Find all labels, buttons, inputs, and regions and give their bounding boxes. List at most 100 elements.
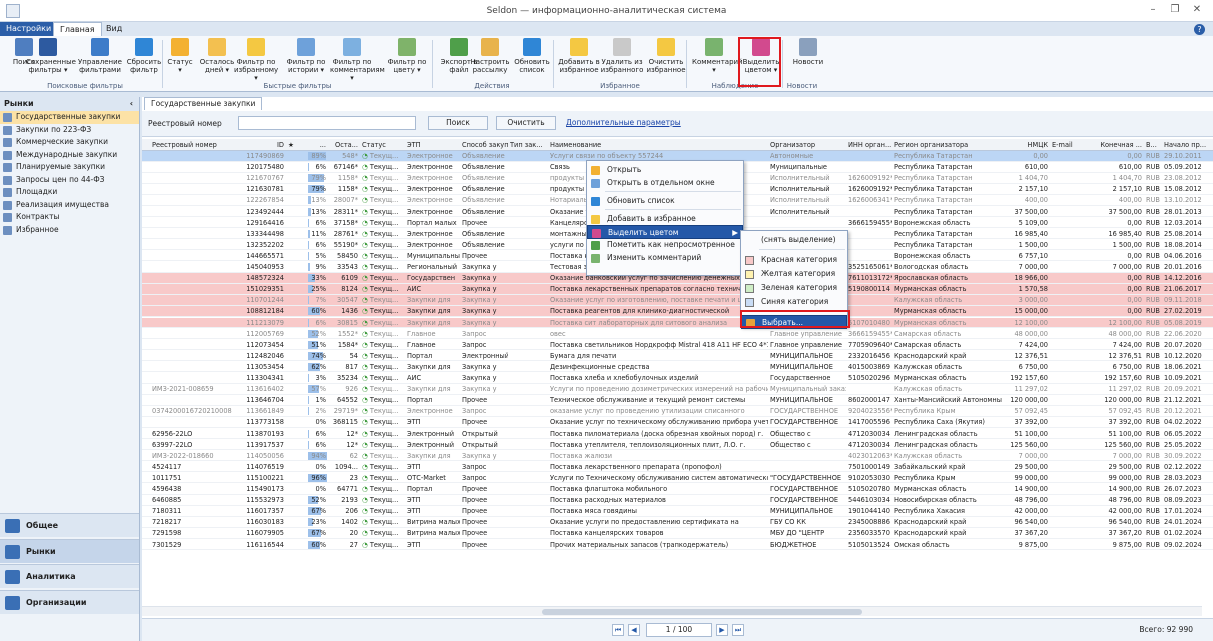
context-menu-item-8[interactable]: Изменить комментарий bbox=[587, 251, 743, 265]
submenu-item-4[interactable]: Зеленая категория bbox=[741, 281, 847, 295]
table-row[interactable]: 1011751 115100221 96% 23 ◔ Текущ... ОТС-Marke… bbox=[142, 473, 1213, 484]
ribbon-button-15[interactable]: Очистить избранное bbox=[644, 38, 688, 82]
column-header-fav[interactable]: ★ bbox=[286, 139, 308, 151]
sidebar-item-7[interactable]: Реализация имущества bbox=[0, 199, 139, 212]
ribbon-button-6[interactable]: Фильтр по избранному ▾ bbox=[234, 38, 278, 82]
scroll-thumb[interactable] bbox=[542, 609, 862, 615]
column-header-org[interactable]: Организатор bbox=[768, 139, 846, 151]
collapse-icon[interactable]: ‹ bbox=[130, 97, 133, 111]
nav-2[interactable]: Аналитика bbox=[0, 564, 139, 588]
table-row[interactable]: 4596438 115490173 0% 64771 ◔ Текущ... Портал П… bbox=[142, 484, 1213, 495]
help-icon[interactable]: ? bbox=[1194, 24, 1205, 35]
sidebar-item-6[interactable]: Площадки bbox=[0, 186, 139, 199]
ribbon-button-4[interactable]: Статус ▾ bbox=[167, 38, 193, 82]
ribbon-button-5[interactable]: Осталось дней ▾ bbox=[195, 38, 239, 82]
table-row[interactable]: ИМЗ-2022-018660 114050056 94% 62 ◔ Текущ... З… bbox=[142, 451, 1213, 462]
table-row[interactable]: 0374200016720210008 113661849 2% 29719* ◔ Те… bbox=[142, 406, 1213, 417]
table-row[interactable]: 112005769 52% 1552* ◔ Текущ... Главное Запрос… bbox=[142, 329, 1213, 340]
table-row[interactable]: ИМЗ-2021-008659 113616402 57% 926 ◔ Текущ...… bbox=[142, 384, 1213, 395]
advanced-params-link[interactable]: Дополнительные параметры bbox=[566, 118, 681, 127]
column-header-type[interactable]: Тип зак... bbox=[508, 139, 548, 151]
sidebar-item-8[interactable]: Контракты bbox=[0, 211, 139, 224]
table-row[interactable]: 7218217 116030183 23% 1402 ◔ Текущ... Витрина… bbox=[142, 517, 1213, 528]
table-row[interactable]: 151029351 25% 8124 ◔ Текущ... АИС Закупка у По… bbox=[142, 284, 1213, 295]
ribbon-button-14[interactable]: Удалить из избранного bbox=[600, 38, 644, 82]
sidebar-item-5[interactable]: Запросы цен по 44-ФЗ bbox=[0, 174, 139, 187]
tab-view[interactable]: Вид bbox=[100, 22, 128, 36]
sidebar-item-3[interactable]: Международные закупки bbox=[0, 149, 139, 162]
tab-home[interactable]: Главная bbox=[53, 22, 102, 36]
table-row[interactable]: 113773158 0% 368115 ◔ Текущ... ЭТП Прочее Оказ… bbox=[142, 417, 1213, 428]
context-menu-item-7[interactable]: Пометить как непросмотренное bbox=[587, 238, 743, 252]
table-row[interactable]: 113646704 1% 64552 ◔ Текущ... Портал Прочее Те… bbox=[142, 395, 1213, 406]
table-row[interactable]: 108812184 60% 1436 ◔ Текущ... Закупки для Зак… bbox=[142, 306, 1213, 317]
ribbon-button-18[interactable]: Новости bbox=[786, 38, 830, 82]
column-header-rem[interactable]: Оста... bbox=[328, 139, 360, 151]
context-menu-item-0[interactable]: Открыть bbox=[587, 163, 743, 177]
table-row[interactable]: 62956-22LO 113870193 6% 12* ◔ Текущ... Электр… bbox=[142, 429, 1213, 440]
table-row[interactable]: 7301529 116116544 60% 27 ◔ Текущ... ЭТП Прочее… bbox=[142, 540, 1213, 551]
submenu-item-0[interactable]: (снять выделение) bbox=[741, 233, 847, 247]
registry-number-input[interactable] bbox=[238, 116, 416, 130]
ribbon-button-11[interactable]: Настроить рассылку bbox=[468, 38, 512, 82]
minimize-icon[interactable]: – bbox=[1143, 4, 1163, 15]
column-header-cur[interactable]: В... bbox=[1144, 139, 1162, 151]
first-page-icon[interactable]: ⏮ bbox=[612, 624, 624, 636]
column-header-final[interactable]: Конечная ... bbox=[1098, 139, 1144, 151]
context-menu-item-6[interactable]: Выделить цветом ▶ bbox=[587, 225, 743, 239]
table-row[interactable]: 110701244 7% 30547 ◔ Текущ... Закупки для Зак… bbox=[142, 295, 1213, 306]
table-row[interactable]: 113304341 3% 35234 ◔ Текущ... АИС Закупка у По… bbox=[142, 373, 1213, 384]
submenu-item-5[interactable]: Синяя категория bbox=[741, 295, 847, 309]
context-menu-item-5[interactable]: Добавить в избранное bbox=[587, 212, 743, 226]
close-icon[interactable]: ✕ bbox=[1187, 4, 1207, 15]
ribbon-button-7[interactable]: Фильтр по истории ▾ bbox=[284, 38, 328, 82]
table-row[interactable]: 7180311 116017357 67% 206 ◔ Текущ... ЭТП Проче… bbox=[142, 506, 1213, 517]
ribbon-button-3[interactable]: Сбросить фильтр bbox=[122, 38, 166, 82]
column-header-name[interactable]: Наименование bbox=[548, 139, 768, 151]
restore-icon[interactable]: ❐ bbox=[1165, 4, 1185, 15]
column-header-id[interactable]: ID bbox=[234, 139, 286, 151]
column-header-region[interactable]: Регион организатора bbox=[892, 139, 1002, 151]
page-input[interactable]: 1 / 100 bbox=[646, 623, 712, 637]
sidebar-item-4[interactable]: Планируемые закупки bbox=[0, 161, 139, 174]
table-row[interactable]: 111213079 6% 30815 ◔ Текущ... Закупки для Зак… bbox=[142, 317, 1213, 329]
nav-0[interactable]: Общее bbox=[0, 513, 139, 537]
submenu-item-2[interactable]: Красная категория bbox=[741, 253, 847, 267]
ribbon-button-12[interactable]: Обновить список bbox=[510, 38, 554, 82]
ribbon-button-1[interactable]: Сохраненные фильтры ▾ bbox=[26, 38, 76, 82]
clear-button[interactable]: Очистить bbox=[496, 116, 556, 130]
sidebar-item-2[interactable]: Коммерческие закупки bbox=[0, 136, 139, 149]
last-page-icon[interactable]: ⏭ bbox=[732, 624, 744, 636]
column-header-status[interactable]: Статус bbox=[360, 139, 405, 151]
sidebar-item-1[interactable]: Закупки по 223-ФЗ bbox=[0, 124, 139, 137]
nav-3[interactable]: Организации bbox=[0, 590, 139, 614]
column-header-reg[interactable]: Реестровый номер bbox=[150, 139, 234, 151]
column-header-start[interactable]: Начало пр... bbox=[1162, 139, 1206, 151]
horizontal-scrollbar[interactable] bbox=[142, 606, 1202, 616]
column-header-method[interactable]: Способ закупки bbox=[460, 139, 508, 151]
table-row[interactable]: 112073454 51% 1584* ◔ Текущ... Главное Запрос… bbox=[142, 340, 1213, 351]
column-header-email[interactable]: E-mail bbox=[1050, 139, 1098, 151]
search-button[interactable]: Поиск bbox=[428, 116, 488, 130]
ribbon-button-13[interactable]: Добавить в избранное bbox=[557, 38, 601, 82]
tab-gov-purchases[interactable]: Государственные закупки bbox=[144, 97, 263, 110]
table-row[interactable]: 7291598 116079905 67% 20 ◔ Текущ... Витрина м… bbox=[142, 528, 1213, 539]
table-row[interactable]: 112482046 74% 54 ◔ Текущ... Портал Электронны… bbox=[142, 351, 1213, 362]
prev-page-icon[interactable]: ◀ bbox=[628, 624, 640, 636]
column-header-etp[interactable]: ЭТП bbox=[405, 139, 460, 151]
next-page-icon[interactable]: ▶ bbox=[716, 624, 728, 636]
column-header-inn[interactable]: ИНН орган... bbox=[846, 139, 892, 151]
table-row[interactable]: 113053454 62% 817 ◔ Текущ... Закупки для Заку… bbox=[142, 362, 1213, 373]
sidebar-item-0[interactable]: Государственные закупки bbox=[0, 111, 139, 124]
nav-1[interactable]: Рынки bbox=[0, 539, 139, 563]
submenu-item-3[interactable]: Желтая категория bbox=[741, 267, 847, 281]
table-row[interactable]: 4524117 114076519 0% 1094... ◔ Текущ... ЭТП За… bbox=[142, 462, 1213, 473]
ribbon-button-16[interactable]: Комментарий ▾ bbox=[692, 38, 743, 82]
sidebar-item-9[interactable]: Избранное bbox=[0, 224, 139, 237]
table-row[interactable]: 6460885 115532973 52% 2193 ◔ Текущ... ЭТП Проч… bbox=[142, 495, 1213, 506]
table-row[interactable]: 63997-22LO 113917537 6% 12* ◔ Текущ... Электр… bbox=[142, 440, 1213, 451]
tab-settings[interactable]: Настройки bbox=[0, 22, 58, 36]
ribbon-button-8[interactable]: Фильтр по комментариям ▾ bbox=[330, 38, 385, 82]
context-menu-item-1[interactable]: Открыть в отдельном окне bbox=[587, 176, 743, 190]
column-header-pct[interactable]: ... bbox=[308, 139, 328, 151]
